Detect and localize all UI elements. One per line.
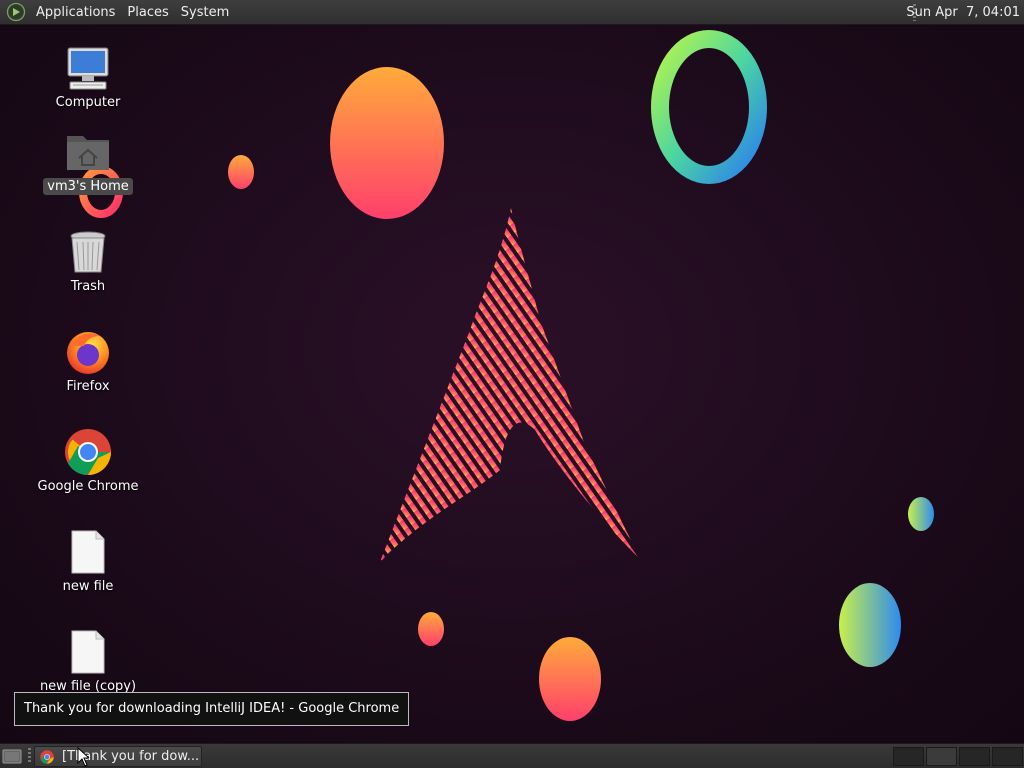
desktop-icon-label: new file (62, 579, 114, 594)
top-panel: Applications Places System Sun Apr 7, 04… (0, 0, 1024, 25)
taskbar-tooltip: Thank you for downloading IntelliJ IDEA!… (14, 692, 410, 726)
home-folder-icon (67, 136, 109, 170)
desktop[interactable] (0, 25, 1024, 743)
desktop-icon-label: Firefox (66, 379, 110, 394)
computer-icon (67, 47, 109, 90)
desktop-icon-home[interactable]: vm3's Home (33, 128, 143, 195)
chrome-icon (40, 749, 54, 764)
workspace-1[interactable] (893, 747, 924, 766)
desktop-icon-label: Google Chrome (37, 479, 139, 494)
firefox-icon (67, 332, 109, 374)
mouse-cursor-icon (77, 747, 89, 767)
panel-grip (28, 748, 31, 764)
desktop-icon-computer[interactable]: Computer (33, 44, 143, 111)
desktop-icon-new-file[interactable]: new file (33, 528, 143, 595)
taskbar-button-chrome[interactable]: [Thank you for dow... (34, 746, 202, 767)
menu-places[interactable]: Places (121, 5, 174, 20)
trash-icon (70, 231, 106, 273)
desktop-icon-firefox[interactable]: Firefox (33, 328, 143, 395)
menu-applications[interactable]: Applications (30, 5, 121, 20)
desktop-icon-trash[interactable]: Trash (33, 228, 143, 295)
workspace-3[interactable] (959, 747, 990, 766)
chrome-icon (65, 429, 111, 476)
clock[interactable]: Sun Apr 7, 04:01 (906, 0, 1020, 25)
workspace-2[interactable] (926, 747, 957, 766)
bottom-panel: [Thank you for dow... (0, 743, 1024, 768)
wallpaper (79, 30, 934, 721)
workspace-4[interactable] (992, 747, 1023, 766)
menu-system[interactable]: System (175, 5, 235, 20)
show-desktop-icon[interactable] (2, 747, 22, 765)
desktop-icon-new-file-copy[interactable]: new file (copy) (33, 628, 143, 695)
desktop-icon-label: Trash (70, 279, 106, 294)
desktop-icon-chrome[interactable]: Google Chrome (33, 428, 143, 495)
desktop-icon-label: Computer (55, 95, 121, 110)
desktop-icon-label: vm3's Home (43, 178, 133, 195)
distro-logo-icon[interactable] (6, 2, 26, 22)
file-icon (71, 630, 105, 674)
file-icon (71, 530, 105, 574)
